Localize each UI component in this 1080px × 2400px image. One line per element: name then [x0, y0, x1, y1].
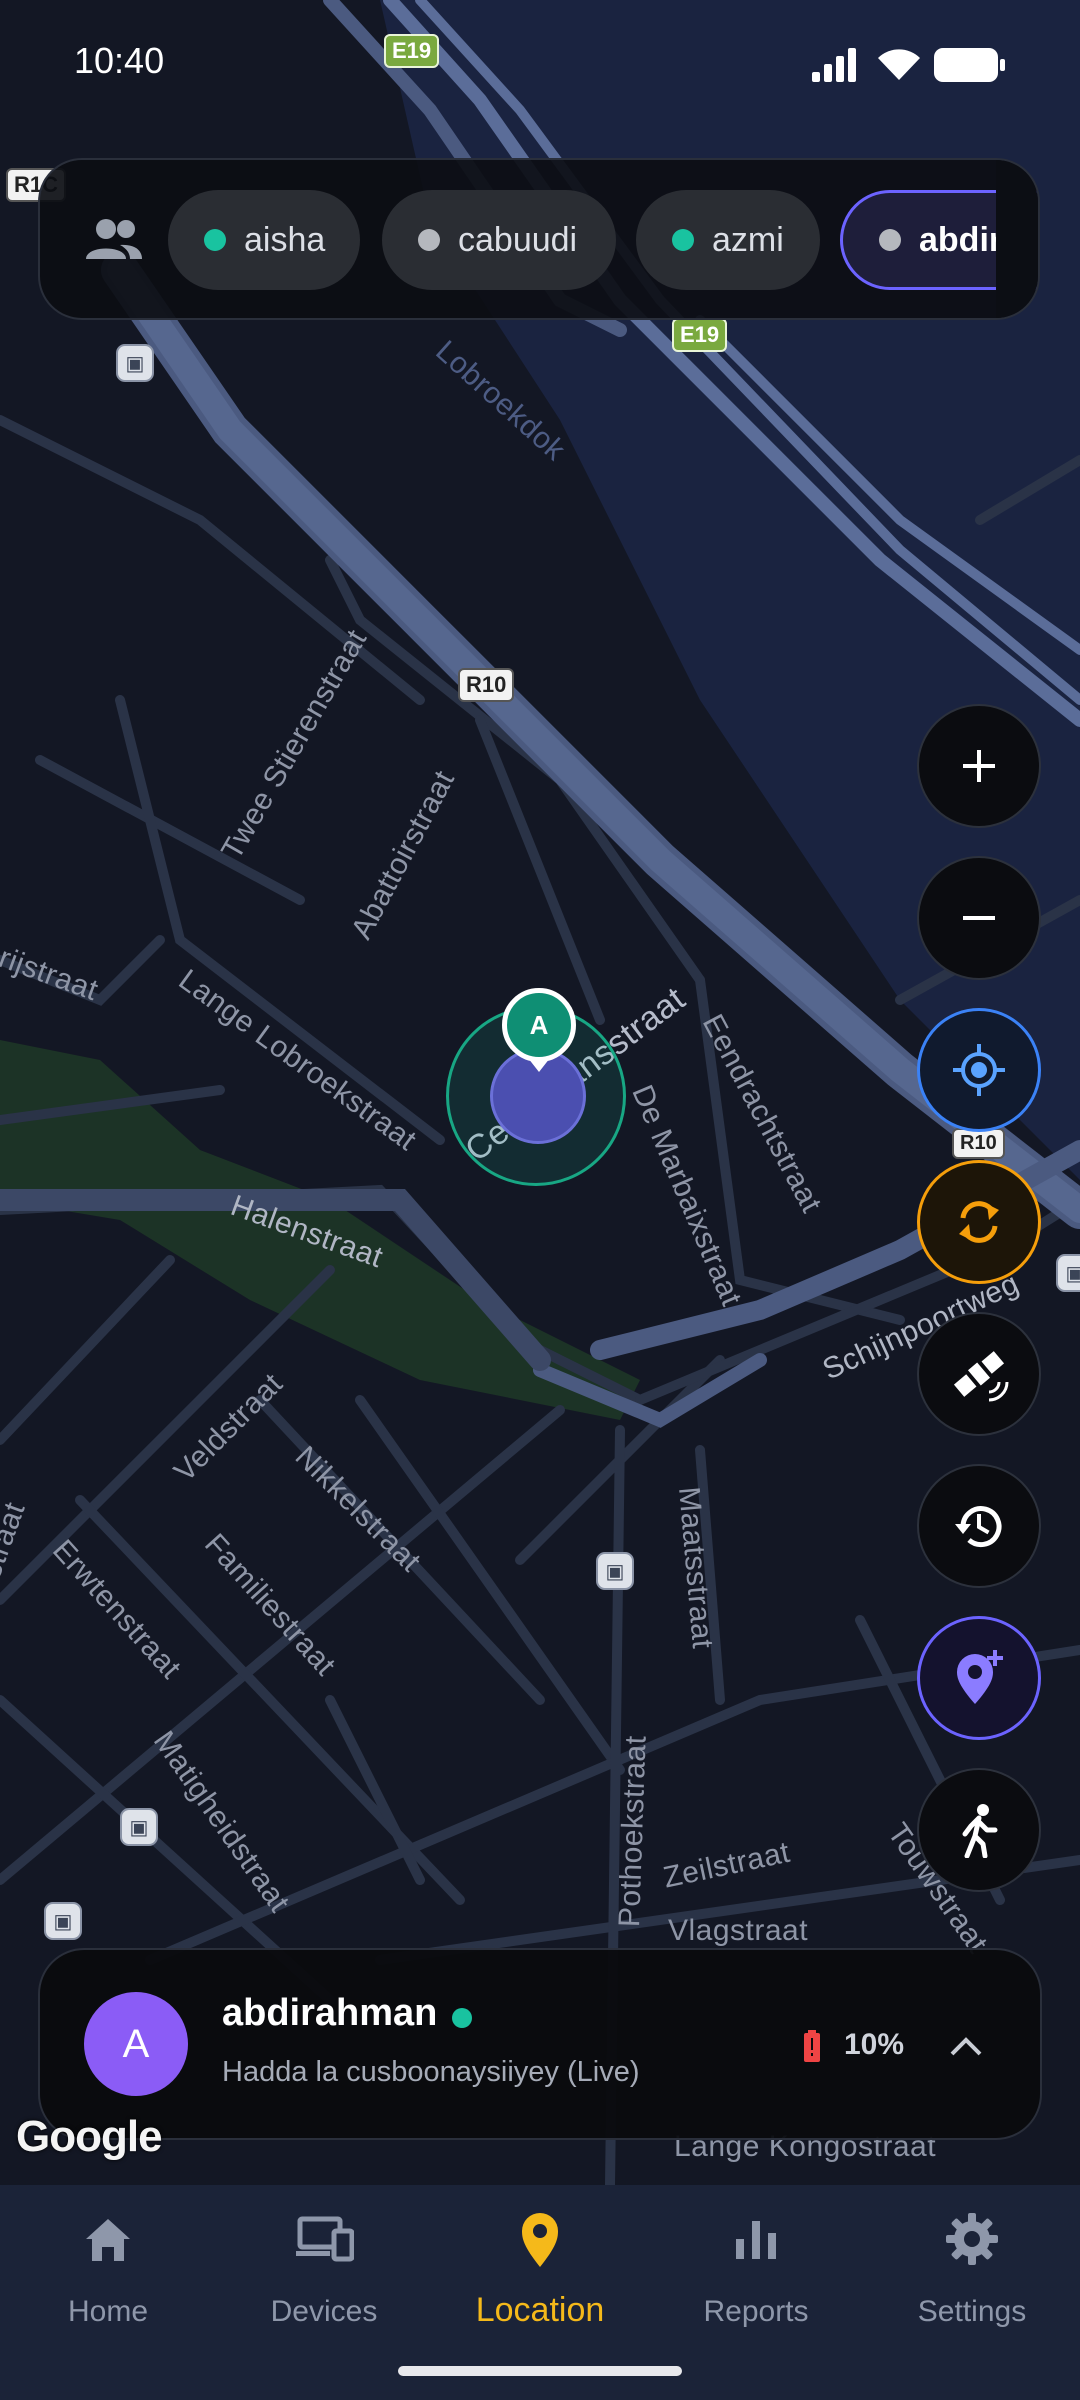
battery-status-icon — [934, 48, 1005, 82]
plus-icon — [963, 750, 995, 782]
satellite-view-button[interactable] — [917, 1312, 1041, 1436]
nav-reports[interactable]: Reports — [648, 2185, 864, 2365]
nav-location[interactable]: Location — [432, 2185, 648, 2365]
device-selector: aisha cabuudi azmi abdira — [38, 158, 1040, 320]
zoom-out-button[interactable] — [917, 856, 1041, 980]
nav-settings[interactable]: Settings — [864, 2185, 1080, 2365]
nav-label: Location — [475, 2291, 605, 2329]
device-chip-label: azmi — [712, 220, 784, 259]
my-location-button[interactable] — [917, 1008, 1041, 1132]
device-chip-label: cabuudi — [458, 220, 578, 259]
device-chip-cabuudi[interactable]: cabuudi — [382, 190, 616, 290]
bus-stop-icon[interactable]: ▣ — [116, 344, 154, 382]
tram-stop-icon[interactable]: ▣ — [120, 1808, 158, 1846]
device-marker[interactable]: A — [502, 988, 576, 1062]
status-time: 10:40 — [74, 40, 165, 81]
refresh-icon — [959, 1201, 999, 1243]
minus-icon — [963, 916, 995, 920]
road-shield: R10 — [458, 668, 515, 702]
offline-indicator — [418, 229, 440, 251]
history-button[interactable] — [917, 1464, 1041, 1588]
wifi-icon — [878, 49, 920, 80]
tram-stop-icon[interactable]: ▣ — [44, 1902, 82, 1940]
home-indicator — [398, 2366, 682, 2376]
chip-fade — [996, 160, 1038, 318]
location-pin-icon — [522, 2213, 558, 2267]
status-bar: 10:40 — [0, 0, 1080, 120]
offline-indicator — [879, 229, 901, 251]
activity-button[interactable] — [917, 1768, 1041, 1892]
crosshair-icon — [953, 1044, 1005, 1096]
road-shield: E19 — [672, 318, 728, 352]
home-icon — [86, 2219, 130, 2261]
nav-home[interactable]: Home — [0, 2185, 216, 2365]
history-icon — [955, 1506, 1002, 1548]
battery-low-icon — [804, 2030, 820, 2062]
nav-label: Settings — [917, 2295, 1027, 2328]
map-view[interactable]: Twee Stierenstraat Abattoirstraat Lange … — [0, 0, 1080, 2185]
satellite-icon — [953, 1351, 1009, 1402]
battery-percentage: 10% — [844, 2028, 905, 2061]
marker-pointer — [528, 1058, 550, 1072]
bus-stop-icon[interactable]: ▣ — [596, 1552, 634, 1590]
nav-label: Home — [67, 2295, 149, 2328]
walking-icon — [962, 1804, 998, 1858]
marker-letter: A — [529, 1009, 549, 1040]
device-info-card[interactable]: A abdirahman Hadda la cusboonaysiiyey (L… — [38, 1948, 1042, 2140]
add-location-icon — [957, 1650, 1003, 1704]
avatar-letter: A — [122, 2021, 150, 2066]
street-label: Vlagstraat — [668, 1914, 809, 1947]
google-logo: Google — [16, 2112, 163, 2161]
street-label: Pothoekstraat — [613, 1734, 653, 1928]
nav-label: Devices — [270, 2295, 378, 2328]
device-name: abdirahman — [222, 1992, 438, 2034]
avatar: A — [84, 1992, 188, 2096]
online-indicator — [452, 2008, 472, 2028]
auto-refresh-button[interactable] — [917, 1160, 1041, 1284]
bar-chart-icon — [736, 2221, 776, 2259]
add-geofence-button[interactable] — [917, 1616, 1041, 1740]
nav-label: Reports — [703, 2295, 809, 2328]
device-chip-azmi[interactable]: azmi — [636, 190, 820, 290]
devices-icon — [296, 2216, 354, 2262]
zoom-in-button[interactable] — [917, 704, 1041, 828]
online-indicator — [204, 229, 226, 251]
people-icon[interactable] — [84, 215, 144, 265]
road-shield: R10 — [952, 1128, 1005, 1159]
gear-icon — [946, 2213, 998, 2265]
chevron-up-icon[interactable] — [944, 2024, 988, 2068]
signal-icon — [812, 48, 856, 82]
device-chip-label: aisha — [244, 220, 326, 259]
online-indicator — [672, 229, 694, 251]
bus-stop-icon[interactable]: ▣ — [1056, 1254, 1080, 1292]
device-chip-aisha[interactable]: aisha — [168, 190, 360, 290]
nav-devices[interactable]: Devices — [216, 2185, 432, 2365]
device-status: Hadda la cusboonaysiiyey (Live) — [222, 2056, 640, 2088]
